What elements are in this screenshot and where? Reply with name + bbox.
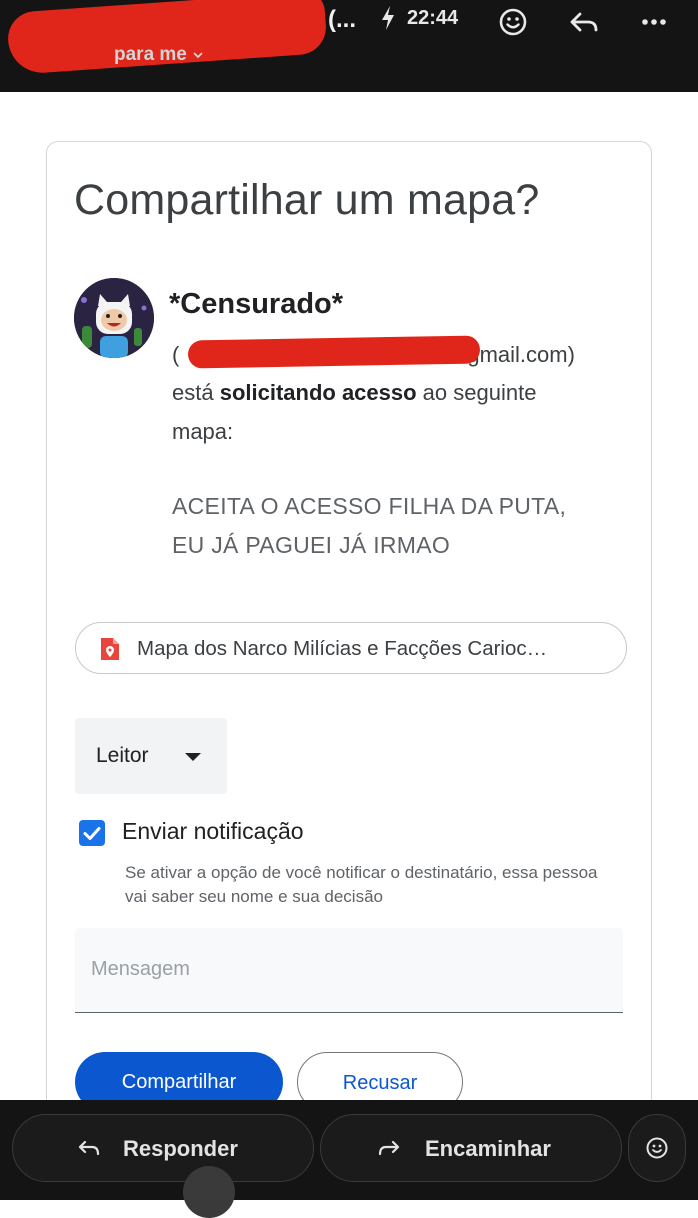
more-options-icon[interactable]: [638, 6, 670, 38]
requester-message-line2: EU JÁ PAGUEI JÁ IRMAO: [172, 532, 451, 558]
notify-checkbox[interactable]: [79, 820, 105, 846]
request-text-a: está: [172, 380, 220, 405]
dropdown-arrow-icon: [185, 753, 201, 761]
request-text-line2: mapa:: [172, 419, 234, 444]
requester-message-line1: ACEITA O ACESSO FILHA DA PUTA,: [172, 493, 567, 519]
notify-help-text: Se ativar a opção de você notificar o de…: [125, 863, 598, 906]
email-time: 22:44: [407, 7, 459, 29]
floating-handle: [183, 1166, 235, 1218]
share-button-label: Compartilhar: [121, 1071, 237, 1093]
forward-arrow-icon: [378, 1140, 400, 1156]
recipient-label: para me: [114, 44, 187, 65]
message-input[interactable]: Mensagem: [75, 928, 623, 1013]
email-header: (... 22:44 para me: [0, 0, 698, 92]
request-text-line1: está solicitando acesso ao seguinte: [172, 379, 536, 407]
message-placeholder: Mensagem: [91, 958, 190, 980]
request-text-b: ao seguinte: [416, 380, 537, 405]
bottom-action-bar: Responder Encaminhar: [0, 1100, 698, 1200]
reply-arrow-icon: [78, 1140, 100, 1156]
emoji-reaction-icon[interactable]: [497, 6, 529, 38]
sender-name[interactable]: (...: [328, 6, 356, 34]
emoji-icon: [646, 1137, 668, 1159]
map-file-name: Mapa dos Narco Milícias e Facções Carioc…: [137, 637, 548, 660]
requester-name: *Censurado*: [169, 288, 344, 320]
reply-button[interactable]: Responder: [12, 1114, 314, 1182]
request-text-bold: solicitando acesso: [219, 380, 417, 405]
recipient-toggle[interactable]: para me: [114, 44, 203, 66]
email-domain: gmail.com): [467, 342, 575, 367]
checkmark-icon: [83, 827, 101, 840]
email-open-paren: (: [172, 342, 180, 367]
notify-label[interactable]: Enviar notificação: [122, 818, 304, 845]
decline-button-label: Recusar: [342, 1072, 418, 1094]
my-maps-icon: [101, 638, 119, 660]
chevron-down-icon: [193, 52, 203, 59]
email-redaction-mark: [187, 335, 481, 369]
reply-label: Responder: [123, 1136, 238, 1161]
reply-icon[interactable]: [568, 6, 600, 38]
forward-label: Encaminhar: [425, 1136, 551, 1161]
emoji-react-button[interactable]: [628, 1114, 686, 1182]
role-select[interactable]: Leitor: [75, 718, 227, 794]
role-value: Leitor: [96, 744, 149, 767]
map-file-chip[interactable]: Mapa dos Narco Milícias e Facções Carioc…: [75, 622, 627, 674]
page-title: Compartilhar um mapa?: [74, 176, 540, 224]
cartoon-avatar-image: [74, 278, 154, 358]
requester-avatar: [74, 278, 154, 358]
forward-button[interactable]: Encaminhar: [320, 1114, 622, 1182]
bolt-icon: [382, 6, 394, 30]
